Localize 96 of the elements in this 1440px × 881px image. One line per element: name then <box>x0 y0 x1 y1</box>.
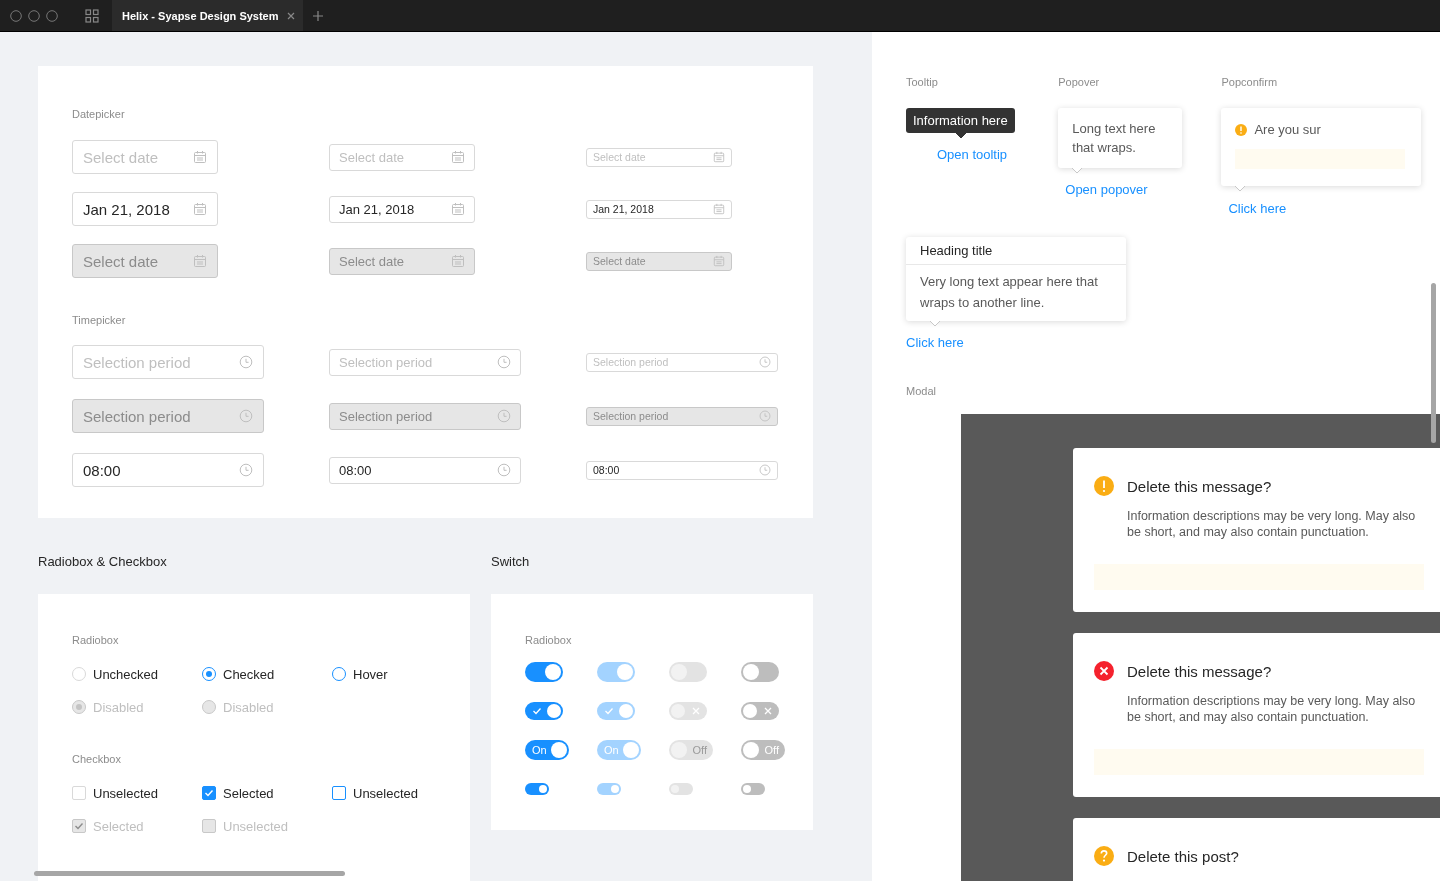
section-label: Radiobox <box>525 634 572 646</box>
pointer-arrow <box>956 133 966 138</box>
pointer-arrow <box>1072 168 1083 173</box>
grid-icon[interactable] <box>85 8 99 23</box>
section-title: Switch <box>491 554 530 569</box>
link[interactable]: Open popover <box>1065 182 1148 197</box>
clock-icon <box>497 409 511 423</box>
dialog-title: Delete this message? <box>1127 662 1272 680</box>
popover-title: Heading title <box>906 237 1126 265</box>
section-label: Datepicker <box>72 108 125 120</box>
toggle-switch[interactable] <box>525 783 549 795</box>
toggle-switch[interactable] <box>741 783 765 795</box>
warning-icon <box>1235 123 1248 136</box>
cross-icon <box>691 706 701 716</box>
date-field[interactable]: Select date <box>586 147 732 167</box>
clock-icon <box>497 463 511 477</box>
calendar-icon <box>713 151 725 163</box>
dialog-text: Information descriptions may be very long. May also be short, and may also contain punctuation. <box>1127 508 1417 540</box>
check-icon <box>204 788 214 798</box>
clock-icon <box>239 409 253 423</box>
toggle-switch[interactable] <box>525 662 563 682</box>
option-label: Unchecked <box>93 666 159 682</box>
option-label: Disabled <box>223 699 274 715</box>
dialog-title: Delete this post? <box>1127 847 1239 865</box>
section-label: Popover <box>1058 76 1100 88</box>
time-field[interactable]: 08:00 <box>586 460 778 480</box>
option-label: Selected <box>223 785 274 801</box>
link[interactable]: Click here <box>1228 201 1287 216</box>
option-label: Unselected <box>223 818 289 834</box>
scrollbar[interactable] <box>34 871 345 876</box>
toggle-switch[interactable]: On <box>525 740 569 760</box>
toggle-switch[interactable] <box>525 702 563 720</box>
check-icon <box>74 821 84 831</box>
section-title: Radiobox & Checkbox <box>38 554 167 569</box>
calendar-icon <box>451 150 465 164</box>
time-field[interactable]: Selection period <box>72 345 264 379</box>
clock-icon <box>497 355 511 369</box>
time-field[interactable]: 08:00 <box>72 453 264 487</box>
time-field[interactable]: 08:00 <box>329 456 521 484</box>
calendar-icon <box>713 203 725 215</box>
window-control-icon[interactable] <box>10 9 22 22</box>
option-label: Unselected <box>353 785 419 801</box>
option-label: Disabled <box>93 699 144 715</box>
cross-icon <box>763 706 773 716</box>
radio-button[interactable] <box>332 667 346 681</box>
question-icon <box>1094 846 1114 866</box>
section-label: Popconfirm <box>1221 76 1278 88</box>
scrollbar[interactable] <box>1431 283 1436 443</box>
popover-text: Very long text appear here that wraps to another line. <box>919 273 1099 312</box>
option-label: Selected <box>93 818 144 834</box>
check-icon <box>604 706 614 716</box>
clock-icon <box>759 464 771 476</box>
calendar-icon <box>451 254 465 268</box>
plus-icon[interactable] <box>312 10 323 21</box>
time-field[interactable]: Selection period <box>329 348 521 376</box>
section-label: Modal <box>906 385 936 397</box>
error-icon <box>1094 661 1114 681</box>
option-label: Checked <box>223 666 275 682</box>
dialog-title: Delete this message? <box>1127 477 1272 495</box>
clock-icon <box>239 463 253 477</box>
link[interactable]: Open tooltip <box>937 147 1008 162</box>
link[interactable]: Click here <box>906 335 964 350</box>
checkbox[interactable] <box>202 786 216 800</box>
date-field[interactable]: Jan 21, 2018 <box>329 195 475 223</box>
radio-button[interactable] <box>202 667 216 681</box>
calendar-icon <box>193 150 207 164</box>
calendar-icon <box>713 255 725 267</box>
calendar-icon <box>451 202 465 216</box>
section-label: Timepicker <box>72 314 126 326</box>
date-field[interactable]: Select date <box>329 143 475 171</box>
calendar-icon <box>193 202 207 216</box>
toggle-switch[interactable] <box>741 702 779 720</box>
date-field[interactable]: Jan 21, 2018 <box>586 199 732 219</box>
section-label: Tooltip <box>906 76 938 88</box>
toggle-switch[interactable] <box>741 662 779 682</box>
clock-icon <box>759 410 771 422</box>
checkbox[interactable] <box>332 786 346 800</box>
browser-tab[interactable]: Helix - Syapse Design System <box>112 0 303 31</box>
date-field[interactable]: Jan 21, 2018 <box>72 192 218 226</box>
calendar-icon <box>193 254 207 268</box>
window-control-icon[interactable] <box>28 9 40 22</box>
close-icon[interactable] <box>286 11 295 20</box>
check-icon <box>532 706 542 716</box>
window-control-icon[interactable] <box>46 9 58 22</box>
popconfirm-text: Are you sur <box>1254 122 1321 137</box>
date-field[interactable]: Select date <box>72 140 218 174</box>
section-label: Radiobox <box>72 634 119 646</box>
dialog-text: Information descriptions may be very long. May also be short, and may also contain punctuation. <box>1127 693 1417 725</box>
option-label: Hover <box>353 666 388 682</box>
clock-icon <box>239 355 253 369</box>
option-label: Unselected <box>93 785 159 801</box>
toggle-switch[interactable]: Off <box>741 740 785 760</box>
clock-icon <box>759 356 771 368</box>
warning-icon <box>1094 476 1114 496</box>
section-label: Checkbox <box>72 753 121 765</box>
time-field[interactable]: Selection period <box>586 352 778 372</box>
